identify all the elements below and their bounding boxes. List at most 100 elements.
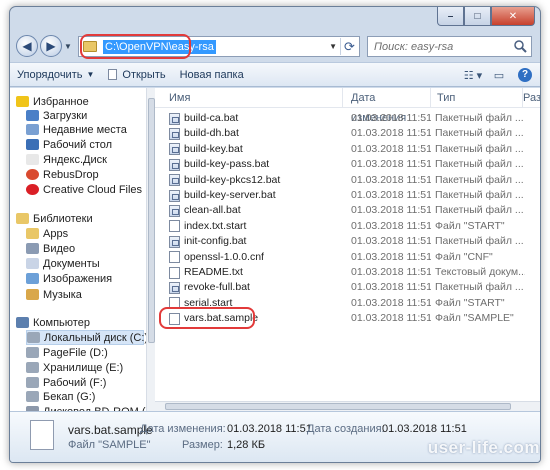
file-name-cell[interactable]: openssl-1.0.0.cnf <box>169 250 341 265</box>
sidebar-item-label: Apps <box>43 227 69 240</box>
file-date: 01.03.2018 11:51 <box>351 266 431 278</box>
sidebar-item[interactable]: Компьютер <box>16 315 144 330</box>
sidebar-item[interactable]: Creative Cloud Files <box>26 182 144 197</box>
column-header-date[interactable]: Дата изменения <box>345 88 431 124</box>
address-dropdown-icon[interactable]: ▼ <box>329 42 337 51</box>
column-header-type[interactable]: Тип <box>431 88 523 108</box>
drive-icon <box>26 347 39 358</box>
details-modified-label: Дата изменения: <box>140 423 226 435</box>
search-box[interactable]: Поиск: easy-rsa <box>367 36 532 57</box>
new-folder-button[interactable]: Новая папка <box>173 65 251 85</box>
sidebar-item[interactable]: Загрузки <box>26 108 144 123</box>
batch-file-icon <box>169 174 180 187</box>
details-size-label: Размер: <box>182 439 223 451</box>
sidebar-item[interactable]: Apps <box>26 226 144 241</box>
details-file-type: Файл "SAMPLE" <box>68 439 151 451</box>
file-row[interactable]: build-ca.bat 01.03.2018 11:51 Пакетный фай… <box>155 111 540 126</box>
sidebar-item[interactable]: Хранилище (E:) <box>26 360 144 375</box>
libraries-icon <box>16 213 29 224</box>
sidebar-item[interactable]: Локальный диск (C:) <box>26 330 146 345</box>
sidebar-item[interactable]: Изображения <box>26 271 144 286</box>
batch-file-icon <box>169 143 180 156</box>
file-type: Пакетный файл ... <box>435 112 524 124</box>
details-pane: vars.bat.sample Файл "SAMPLE" Дата измен… <box>10 411 540 462</box>
file-row[interactable]: index.txt.start 01.03.2018 11:51 Файл "STA… <box>155 219 540 234</box>
forward-button[interactable]: ▶ <box>40 35 62 57</box>
file-type: Пакетный файл ... <box>435 204 524 217</box>
sidebar-item[interactable]: Видео <box>26 241 144 256</box>
downloads-icon <box>26 110 39 121</box>
sidebar-item-label: Бекап (G:) <box>43 390 96 403</box>
file-name-cell[interactable]: build-ca.bat <box>169 111 341 126</box>
back-button[interactable]: ◀ <box>16 35 38 57</box>
help-button[interactable]: ? <box>514 65 536 85</box>
column-header-name[interactable]: Имя <box>163 88 343 108</box>
preview-pane-button[interactable]: ▭ <box>488 65 510 85</box>
open-button[interactable]: Открыть <box>101 65 172 85</box>
close-button[interactable]: ✕ <box>491 7 535 26</box>
horizontal-scrollbar[interactable] <box>155 401 540 411</box>
file-icon <box>169 251 180 264</box>
search-icon[interactable] <box>513 39 527 53</box>
column-header-size[interactable]: Разме <box>517 88 540 108</box>
file-name-cell[interactable]: build-key-server.bat <box>169 188 341 203</box>
sidebar-item[interactable]: Библиотеки <box>16 211 144 226</box>
recent-pages-dropdown[interactable]: ▼ <box>64 42 74 52</box>
maximize-button[interactable]: □ <box>464 7 491 26</box>
file-row[interactable]: clean-all.bat 01.03.2018 11:51 Пакетный фа… <box>155 203 540 218</box>
file-row[interactable]: openssl-1.0.0.cnf 01.03.2018 11:51 Файл "C… <box>155 250 540 265</box>
minimize-button[interactable]: – <box>437 7 464 26</box>
view-options-button[interactable]: ☷ ▾ <box>462 65 484 85</box>
file-type: Пакетный файл ... <box>435 281 524 294</box>
forward-arrow-icon: ▶ <box>46 39 56 53</box>
file-date: 01.03.2018 11:51 <box>351 204 431 217</box>
sidebar-item[interactable]: Музыка <box>26 287 144 302</box>
file-type: Пакетный файл ... <box>435 173 524 186</box>
organize-button[interactable]: Упорядочить ▼ <box>10 65 101 85</box>
file-name-cell[interactable]: clean-all.bat <box>169 203 341 218</box>
sidebar-item[interactable]: Яндекс.Диск <box>26 152 144 167</box>
batch-file-icon <box>169 204 180 217</box>
file-row[interactable]: build-key-server.bat 01.03.2018 11:51 Паке… <box>155 188 540 203</box>
sidebar-item[interactable]: Недавние места <box>26 122 144 137</box>
file-name-cell[interactable]: build-key-pass.bat <box>169 157 341 172</box>
file-highlight-annotation <box>159 307 255 330</box>
navigation-pane-scrollbar[interactable] <box>146 88 155 411</box>
file-row[interactable]: README.txt 01.03.2018 11:51 Текстовый доку… <box>155 265 540 280</box>
file-name-cell[interactable]: build-key-pkcs12.bat <box>169 173 341 188</box>
scrollbar-thumb[interactable] <box>148 98 155 343</box>
watermark-text: user-life.com <box>427 438 540 457</box>
file-name-cell[interactable]: build-key.bat <box>169 142 341 157</box>
file-date: 01.03.2018 11:51 <box>351 142 431 155</box>
drive-icon <box>27 332 40 343</box>
scrollbar-thumb[interactable] <box>165 403 511 410</box>
file-type: Пакетный файл ... <box>435 127 524 140</box>
file-name-cell[interactable]: README.txt <box>169 265 341 280</box>
file-name-cell[interactable]: init-config.bat <box>169 234 341 249</box>
file-type: Текстовый докум... <box>435 266 525 278</box>
file-date: 01.03.2018 11:51 <box>351 281 431 294</box>
preview-pane-icon: ▭ <box>493 69 505 82</box>
file-row[interactable]: build-key-pass.bat 01.03.2018 11:51 Пакетн… <box>155 157 540 172</box>
sidebar-item[interactable]: Избранное <box>16 94 144 109</box>
file-row[interactable]: init-config.bat 01.03.2018 11:51 Пакетный … <box>155 234 540 249</box>
file-name-cell[interactable]: build-dh.bat <box>169 126 341 141</box>
file-row[interactable]: build-key.bat 01.03.2018 11:51 Пакетный фа… <box>155 142 540 157</box>
sidebar-item-label: Локальный диск (C:) <box>44 331 146 344</box>
sidebar-item[interactable]: RebusDrop <box>26 167 144 182</box>
file-name-cell[interactable]: index.txt.start <box>169 219 341 234</box>
file-name-cell[interactable]: revoke-full.bat <box>169 280 341 295</box>
sidebar-item[interactable]: Рабочий (F:) <box>26 375 144 390</box>
sidebar-item[interactable]: Бекап (G:) <box>26 389 144 404</box>
recent-places-icon <box>26 124 39 135</box>
column-headers: Имя Дата изменения Тип Разме <box>155 88 540 124</box>
file-row[interactable]: revoke-full.bat 01.03.2018 11:51 Пакетный … <box>155 280 540 295</box>
file-date: 01.03.2018 11:51 <box>351 250 431 263</box>
refresh-button[interactable]: ⟳ <box>340 38 358 55</box>
file-row[interactable]: build-key-pkcs12.bat 01.03.2018 11:51 Паке… <box>155 173 540 188</box>
sidebar-item[interactable]: Документы <box>26 256 144 271</box>
file-row[interactable]: build-dh.bat 01.03.2018 11:51 Пакетный фай… <box>155 126 540 141</box>
sidebar-item[interactable]: Дисковод BD-ROM (I: <box>26 404 146 411</box>
sidebar-item[interactable]: Рабочий стол <box>26 137 144 152</box>
sidebar-item[interactable]: PageFile (D:) <box>26 345 144 360</box>
